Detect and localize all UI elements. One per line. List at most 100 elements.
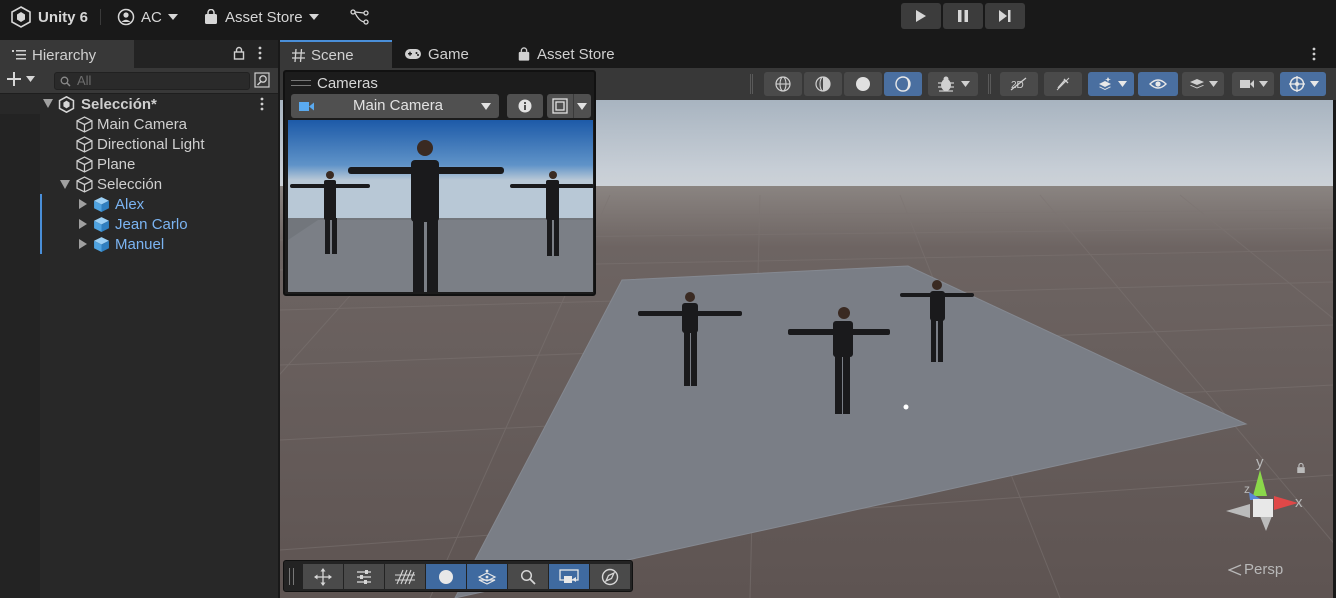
light-off-icon <box>1056 77 1070 91</box>
version-control-button[interactable] <box>350 0 370 34</box>
expand-arrow-right-icon[interactable] <box>79 219 87 229</box>
layers-icon <box>1189 79 1204 89</box>
tree-item-plane[interactable]: Plane <box>0 154 278 174</box>
unity-menu-button[interactable]: Unity 6 <box>10 0 88 34</box>
unity-scene-icon <box>58 96 75 113</box>
projection-toggle[interactable]: Persp <box>1228 561 1283 578</box>
camera-overlay-button[interactable] <box>549 564 589 589</box>
account-dropdown[interactable]: AC <box>117 0 178 34</box>
tab-hierarchy[interactable]: Hierarchy <box>0 40 134 68</box>
tree-item-main-camera[interactable]: Main Camera <box>0 114 278 134</box>
hierarchy-search-input[interactable]: All <box>54 72 250 90</box>
tree-item-label: Main Camera <box>97 115 188 133</box>
chevron-down-icon <box>960 81 970 87</box>
tree-item-manuel[interactable]: Manuel <box>0 234 278 254</box>
shopping-bag-icon <box>518 46 530 61</box>
toggle-lighting-button[interactable] <box>1044 72 1082 96</box>
more-options-icon[interactable] <box>258 46 262 60</box>
more-options-icon[interactable] <box>1312 47 1316 61</box>
tree-item-label: Jean Carlo <box>115 215 188 233</box>
scene-camera-dropdown[interactable] <box>1232 72 1274 96</box>
lock-icon[interactable] <box>1296 462 1306 474</box>
navigation-button[interactable] <box>590 564 630 589</box>
hierarchy-toolbar: All <box>0 68 278 94</box>
moon-sphere-icon <box>895 76 911 92</box>
step-icon <box>999 10 1011 22</box>
scene-effects-dropdown[interactable] <box>1088 72 1134 96</box>
cameras-overlay-title: Cameras <box>317 74 378 92</box>
tab-game[interactable]: Game <box>404 40 469 68</box>
gizmo-z-label: z <box>1244 482 1250 496</box>
camera-info-button[interactable] <box>507 94 543 118</box>
search-scene-button[interactable] <box>508 564 548 589</box>
gizmos-dropdown[interactable] <box>1280 72 1326 96</box>
projection-label: Persp <box>1244 561 1284 578</box>
tree-item-label: Directional Light <box>97 135 205 153</box>
plus-icon <box>7 72 21 86</box>
camera-select-dropdown[interactable]: Main Camera <box>291 94 499 118</box>
draw-mode-shaded-wire-button[interactable] <box>804 72 842 96</box>
transform-settings-button[interactable] <box>344 564 384 589</box>
toggle-2d-button[interactable]: 2D <box>1000 72 1038 96</box>
play-button[interactable] <box>901 3 941 29</box>
shopping-bag-icon <box>205 9 217 24</box>
tab-asset-store-label: Asset Store <box>537 45 615 63</box>
debug-draw-dropdown[interactable] <box>928 72 978 96</box>
move-tool-button[interactable] <box>303 564 343 589</box>
create-dropdown[interactable] <box>7 72 35 86</box>
asset-store-dropdown[interactable]: Asset Store <box>203 0 319 34</box>
draw-mode-toggle-button[interactable] <box>426 564 466 589</box>
toolbar-grip <box>988 74 991 94</box>
tree-item-scene-root[interactable]: Selección* <box>0 94 278 114</box>
chevron-down-icon <box>481 103 491 110</box>
expand-arrow-icon[interactable] <box>43 99 53 108</box>
scene-root-label: Selección* <box>81 95 157 113</box>
search-scene-icon[interactable] <box>254 72 270 88</box>
expand-arrow-right-icon[interactable] <box>79 239 87 249</box>
pause-button[interactable] <box>943 3 983 29</box>
camera-fit-dropdown[interactable] <box>547 94 591 118</box>
tree-item-directional-light[interactable]: Directional Light <box>0 134 278 154</box>
chevron-down-icon <box>26 76 35 82</box>
tree-item-label: Manuel <box>115 235 165 253</box>
chevron-down-icon <box>1208 81 1218 87</box>
more-options-icon[interactable] <box>260 97 264 111</box>
camera-screen-icon <box>559 568 579 583</box>
draw-mode-wireframe-button[interactable] <box>764 72 802 96</box>
chevron-down-icon <box>1258 81 1268 87</box>
toolbar-separator <box>100 9 101 25</box>
gameobject-cube-icon <box>76 156 93 173</box>
grid-snap-button[interactable] <box>385 564 425 589</box>
tree-item-jean-carlo[interactable]: Jean Carlo <box>0 214 278 234</box>
gameobject-cube-icon <box>76 116 93 133</box>
branch-icon <box>350 9 369 25</box>
account-label: AC <box>141 8 162 26</box>
layers-dots-icon <box>477 569 497 585</box>
pause-icon <box>958 10 968 22</box>
tab-scene[interactable]: Scene <box>280 40 392 68</box>
eye-icon <box>1149 79 1167 89</box>
chevron-down-icon <box>308 14 319 20</box>
lock-icon[interactable] <box>233 46 245 60</box>
prefab-cube-icon <box>94 197 109 212</box>
draw-mode-shaded-button[interactable] <box>844 72 882 96</box>
tree-item-alex[interactable]: Alex <box>0 194 278 214</box>
expand-arrow-right-icon[interactable] <box>79 199 87 209</box>
camera-preview-render <box>288 120 593 292</box>
scene-visibility-button[interactable] <box>1138 72 1178 96</box>
draw-mode-lit-button[interactable] <box>884 72 922 96</box>
overlay-grip-icon[interactable] <box>289 568 294 585</box>
shaded-sphere-icon <box>856 77 870 91</box>
perspective-icon <box>1228 563 1242 576</box>
chevron-down-icon <box>1117 81 1127 87</box>
step-button[interactable] <box>985 3 1025 29</box>
tab-scene-label: Scene <box>311 46 354 64</box>
tree-item-seleccion[interactable]: Selección <box>0 174 278 194</box>
layers-dropdown[interactable] <box>1182 72 1224 96</box>
view-options-button[interactable] <box>467 564 507 589</box>
expand-arrow-icon[interactable] <box>60 180 70 189</box>
tab-asset-store[interactable]: Asset Store <box>517 40 615 68</box>
product-label: Unity 6 <box>38 8 89 26</box>
bug-icon <box>937 76 954 92</box>
cameras-overlay-header: Cameras <box>285 72 594 94</box>
